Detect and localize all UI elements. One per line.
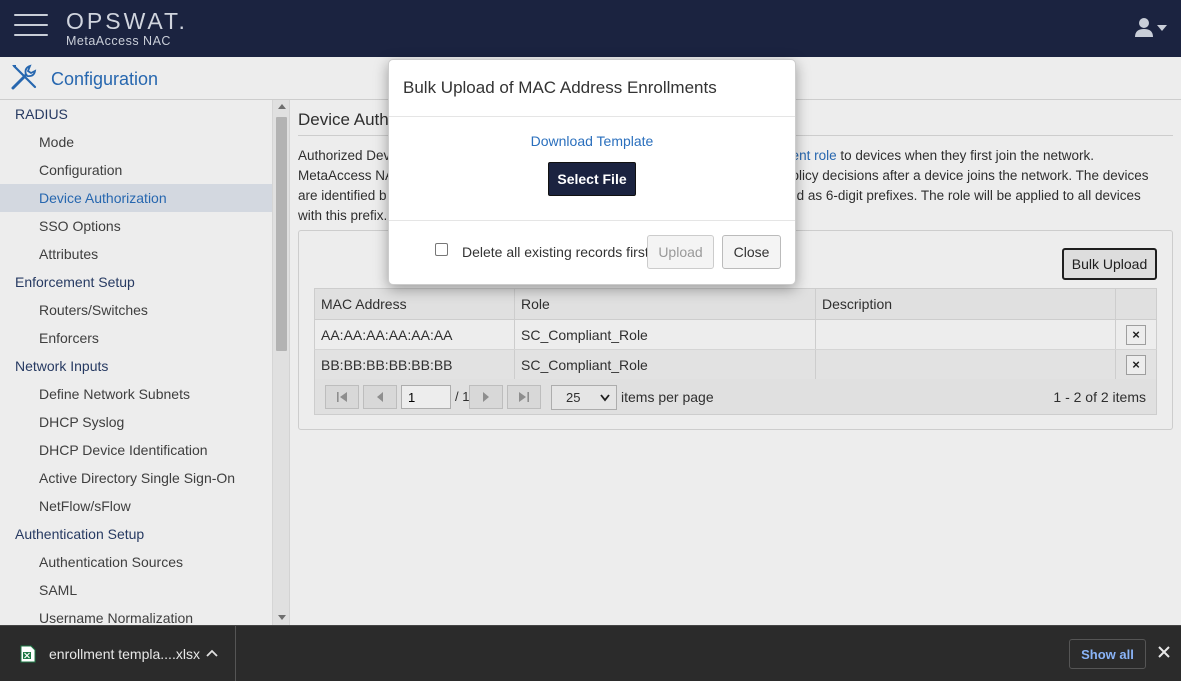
- download-item[interactable]: enrollment templa....xlsx: [0, 626, 236, 681]
- bulk-upload-dialog: Bulk Upload of MAC Address Enrollments D…: [388, 59, 796, 285]
- logo-brand: OPSWAT.: [66, 8, 188, 34]
- user-icon: [1135, 18, 1167, 37]
- excel-file-icon: [20, 645, 36, 663]
- show-all-button[interactable]: Show all: [1069, 639, 1146, 669]
- chevron-up-icon[interactable]: [206, 648, 218, 658]
- user-menu[interactable]: [1135, 16, 1171, 40]
- close-button[interactable]: Close: [722, 235, 781, 269]
- hamburger-menu-icon[interactable]: [14, 14, 48, 38]
- logo-product: MetaAccess NAC: [66, 34, 171, 48]
- delete-existing-checkbox[interactable]: [435, 243, 448, 256]
- dialog-title: Bulk Upload of MAC Address Enrollments: [403, 78, 717, 97]
- logo: OPSWAT. MetaAccess NAC: [66, 8, 188, 48]
- download-bar: enrollment templa....xlsx Show all: [0, 625, 1181, 681]
- select-file-button[interactable]: Select File: [548, 162, 636, 196]
- dialog-divider: [389, 220, 795, 221]
- chevron-down-icon: [1157, 25, 1167, 31]
- download-file-name: enrollment templa....xlsx: [49, 646, 200, 662]
- delete-existing-label[interactable]: Delete all existing records first: [462, 244, 649, 260]
- download-template-link[interactable]: Download Template: [389, 133, 795, 149]
- dialog-divider: [389, 116, 795, 117]
- close-icon[interactable]: [1157, 645, 1171, 659]
- upload-button[interactable]: Upload: [647, 235, 714, 269]
- top-header: OPSWAT. MetaAccess NAC: [0, 0, 1181, 57]
